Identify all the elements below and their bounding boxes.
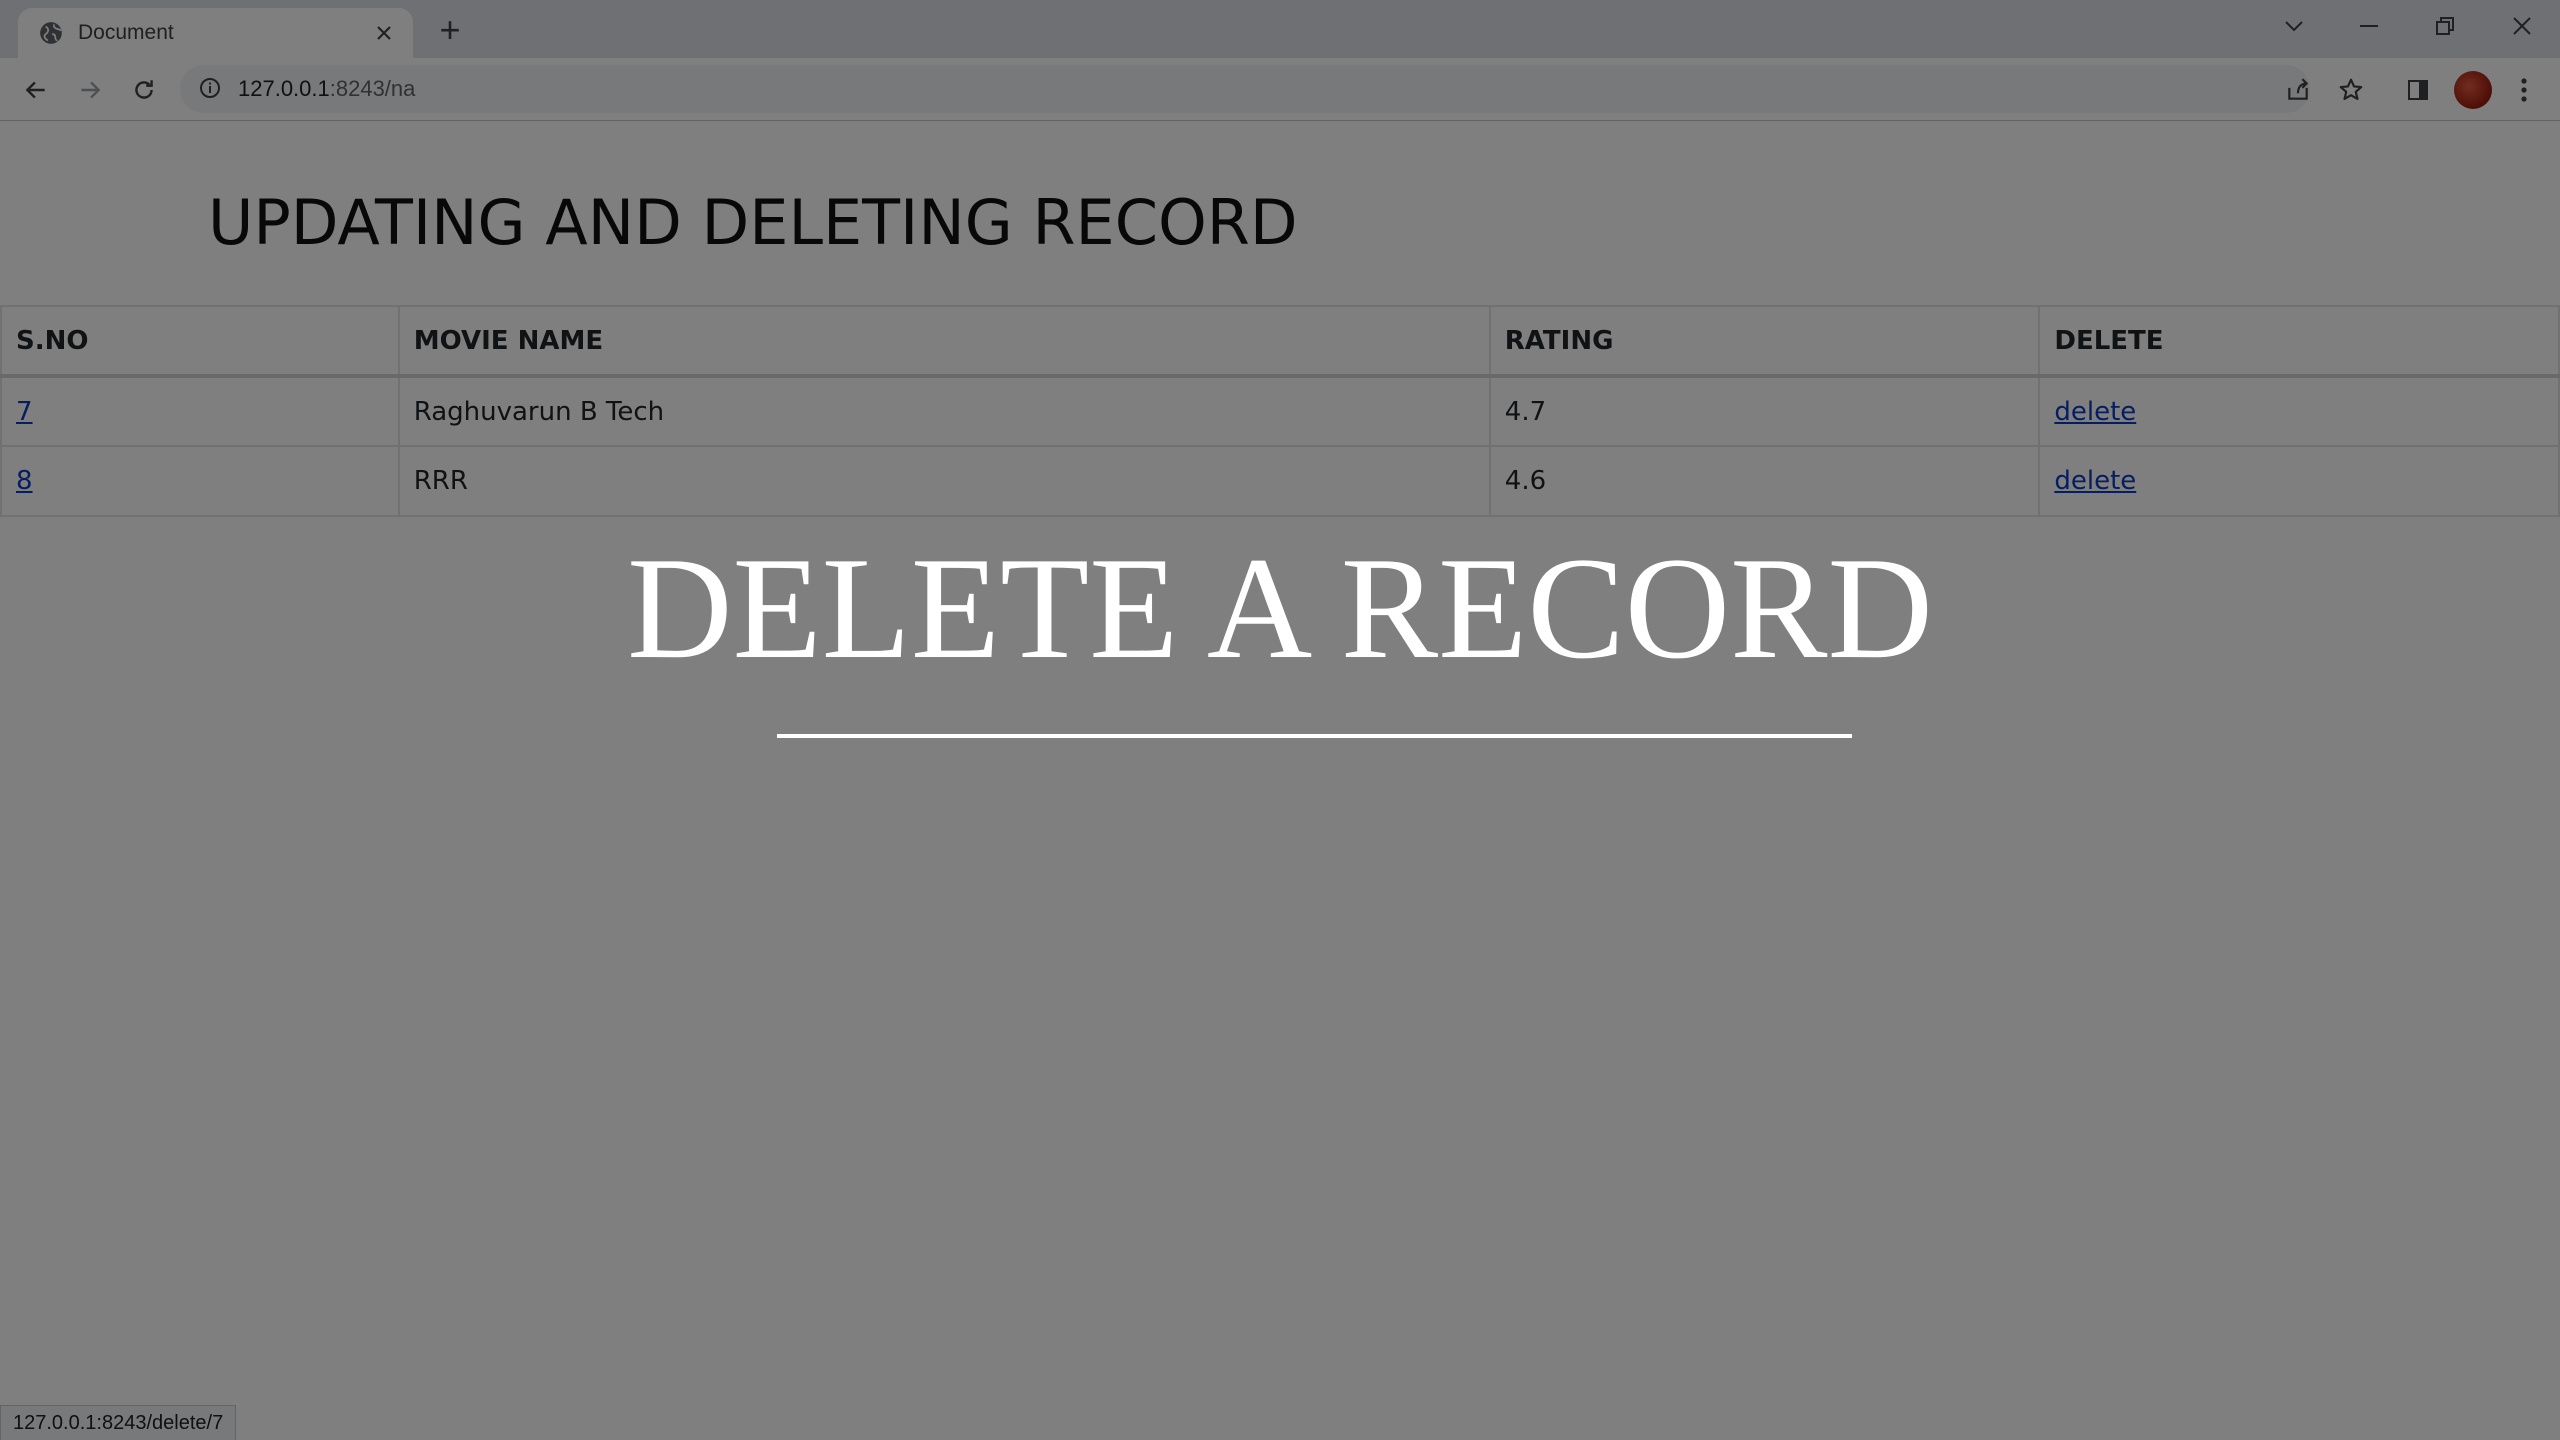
overlay-title: DELETE A RECORD [627, 527, 1933, 689]
overlay-divider [777, 734, 1852, 738]
dim-overlay [0, 0, 2560, 1440]
